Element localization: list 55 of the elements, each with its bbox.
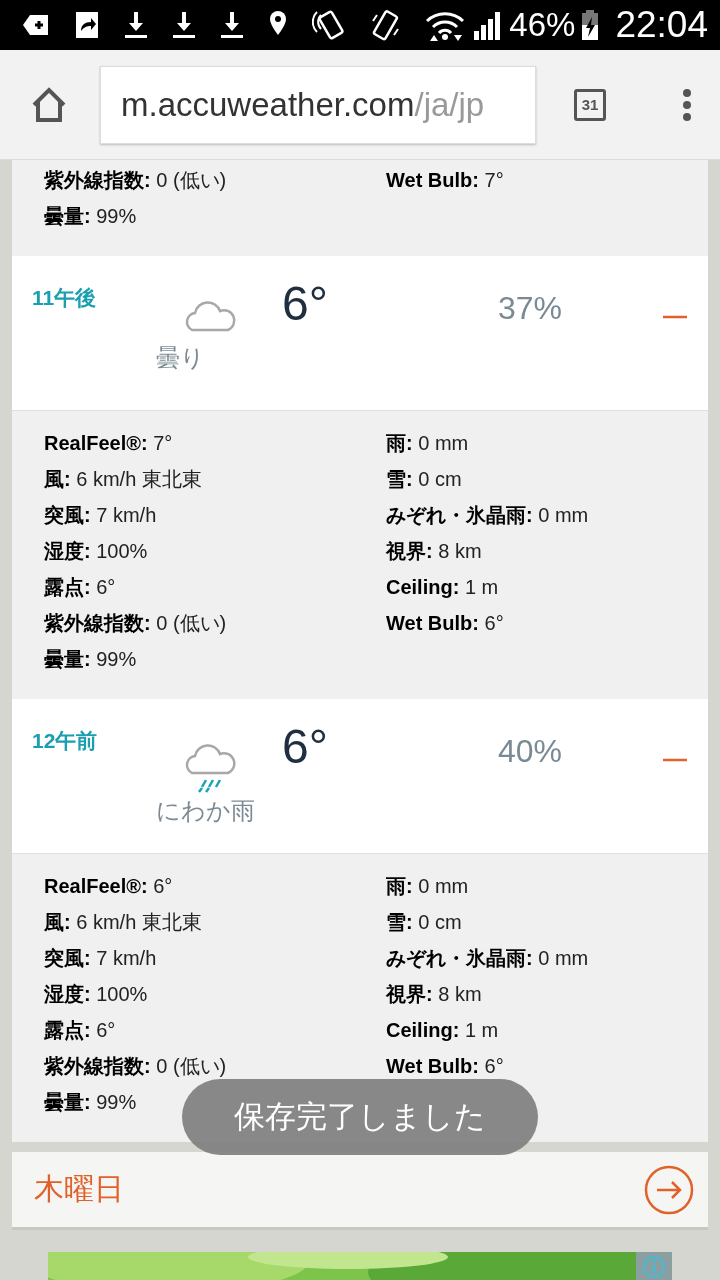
hour-time: 12午前 (31, 728, 99, 754)
weather-detail: 曇量: 99% (44, 204, 137, 229)
weather-detail: 突風: 7 km/h (44, 503, 157, 528)
weather-detail: 露点: 6° (44, 575, 116, 600)
clock-time: 22:04 (615, 4, 708, 46)
temperature: 6° (281, 719, 329, 775)
rotate-icon (370, 9, 400, 41)
weather-detail: 視界: 8 km (386, 982, 482, 1007)
weather-detail: 曇量: 99% (44, 647, 137, 672)
precipitation-chance: 37% (497, 289, 564, 328)
weather-detail: 湿度: 100% (44, 539, 148, 564)
weather-detail: みぞれ・氷晶雨: 0 mm (386, 946, 589, 971)
temperature: 6° (281, 276, 329, 332)
weather-detail: 曇量: 99% (44, 1090, 137, 1115)
toast-message: 保存完了しました (234, 1098, 486, 1136)
download-icon (172, 9, 196, 41)
hour-time: 11午後 (31, 285, 98, 311)
home-icon[interactable] (30, 85, 68, 124)
tab-switcher-button[interactable]: 31 (574, 88, 606, 121)
weather-detail: 突風: 7 km/h (44, 946, 157, 971)
weather-detail: 雪: 0 cm (386, 467, 462, 492)
condition-label: 曇り (156, 343, 205, 373)
weather-detail: 風: 6 km/h 東北東 (44, 910, 202, 935)
condition-label: にわか雨 (156, 796, 255, 826)
download-icon (124, 9, 148, 41)
weather-detail: RealFeel®: 7° (44, 431, 173, 456)
hour-header[interactable]: 12午前 にわか雨 6° 40% (12, 699, 708, 854)
wifi-icon (424, 9, 466, 41)
weather-detail: RealFeel®: 6° (44, 874, 173, 899)
weather-detail: Wet Bulb: 7° (386, 168, 504, 193)
weather-detail: 風: 6 km/h 東北東 (44, 467, 202, 492)
weather-detail: 雨: 0 mm (386, 431, 469, 456)
weather-detail: Wet Bulb: 6° (386, 611, 504, 636)
download-icon (220, 9, 244, 41)
weather-detail: 紫外線指数: 0 (低い) (44, 1054, 227, 1079)
weather-detail: 視界: 8 km (386, 539, 482, 564)
weather-detail: Ceiling: 1 m (386, 1018, 499, 1043)
weather-detail: 紫外線指数: 0 (低い) (44, 611, 227, 636)
menu-icon[interactable] (682, 87, 692, 122)
weather-detail: 露点: 6° (44, 1018, 116, 1043)
battery-icon (581, 9, 600, 41)
weather-detail: Ceiling: 1 m (386, 575, 499, 600)
hour-header[interactable]: 11午後 曇り 6° 37% (12, 256, 708, 411)
arrow-circle-icon (644, 1164, 694, 1215)
weather-detail: 紫外線指数: 0 (低い) (44, 168, 227, 193)
nfc-icon (312, 9, 346, 41)
weather-detail: みぞれ・氷晶雨: 0 mm (386, 503, 589, 528)
weather-detail: Wet Bulb: 6° (386, 1054, 504, 1079)
weather-detail: 雨: 0 mm (386, 874, 469, 899)
share-icon (74, 9, 100, 41)
weather-detail: 雪: 0 cm (386, 910, 462, 935)
battery-percentage: 46% (509, 6, 576, 44)
address-bar[interactable]: m.accuweather.com/ja/jp (100, 65, 536, 144)
precipitation-chance: 40% (497, 732, 564, 771)
weather-detail: 湿度: 100% (44, 982, 148, 1007)
